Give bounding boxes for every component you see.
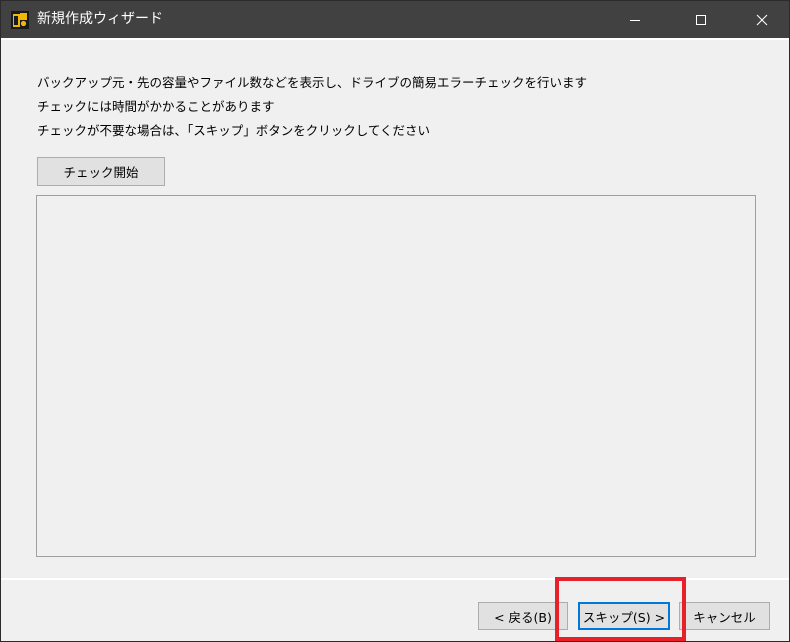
maximize-button[interactable] — [678, 1, 724, 38]
back-button[interactable]: < 戻る(B) — [478, 602, 568, 630]
skip-button[interactable]: スキップ(S) > — [578, 602, 670, 630]
description-line: チェックが不要な場合は、「スキップ」ボタンをクリックしてください — [37, 123, 431, 138]
app-logo-icon — [11, 11, 29, 29]
title-bar-edge — [1, 38, 789, 40]
check-result-panel[interactable] — [36, 195, 756, 557]
close-button[interactable] — [739, 1, 785, 38]
close-icon — [756, 14, 768, 25]
maximize-icon — [696, 14, 706, 25]
title-bar[interactable]: 新規作成ウィザード — [1, 1, 789, 38]
footer-divider — [1, 578, 789, 580]
wizard-window: 新規作成ウィザード バックアップ元・先の容量やファイル数などを表示し、ドライブの… — [0, 0, 790, 642]
minimize-button[interactable] — [612, 1, 658, 38]
start-check-button[interactable]: チェック開始 — [37, 157, 165, 186]
minimize-icon — [630, 19, 640, 21]
window-title: 新規作成ウィザード — [37, 11, 163, 27]
description-line: チェックには時間がかかることがあります — [37, 99, 275, 114]
cancel-button[interactable]: キャンセル — [679, 602, 770, 630]
description-line: バックアップ元・先の容量やファイル数などを表示し、ドライブの簡易エラーチェックを… — [37, 75, 588, 90]
